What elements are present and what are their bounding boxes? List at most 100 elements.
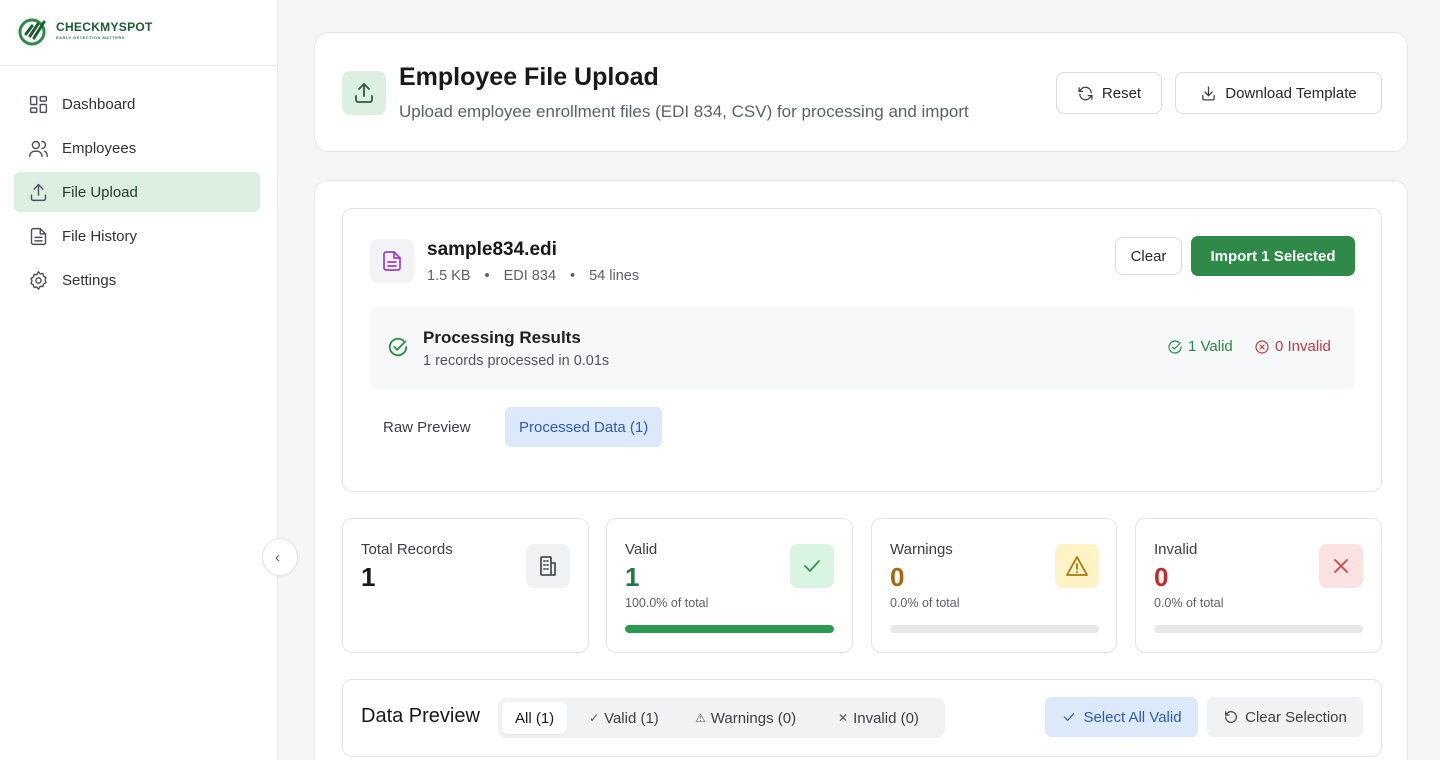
meta-separator: • [484, 268, 490, 284]
stat-label: Invalid [1154, 541, 1198, 558]
brand-name: CHECKMYSPOT [56, 20, 153, 34]
download-icon [1202, 85, 1216, 101]
stat-label: Total Records [361, 541, 453, 558]
sidebar-item-employees[interactable]: Employees [14, 128, 260, 168]
filter-valid[interactable]: ✓ Valid (1) [576, 702, 672, 734]
invalid-count-badge: 0 Invalid [1254, 338, 1331, 355]
results-summary: 1 records processed in 0.01s [423, 353, 610, 369]
stat-invalid: Invalid 0 0.0% of total [1135, 518, 1382, 653]
clear-selection-button[interactable]: Clear Selection [1207, 697, 1363, 737]
file-lines: 54 lines [589, 268, 640, 284]
sidebar-divider [0, 65, 278, 66]
check-circle-icon [388, 337, 408, 357]
document-icon [370, 239, 414, 283]
check-icon [790, 544, 834, 588]
warning-icon: ⚠ [695, 711, 706, 725]
processing-results: Processing Results 1 records processed i… [370, 307, 1355, 389]
results-title: Processing Results [423, 328, 581, 347]
brand-tagline: EARLY DETECTION MATTERS [56, 35, 125, 40]
meta-separator: • [570, 268, 576, 284]
file-icon [27, 225, 49, 247]
close-icon [1319, 544, 1363, 588]
stat-percent: 0.0% of total [890, 596, 960, 610]
sidebar: CHECKMYSPOT EARLY DETECTION MATTERS Dash… [0, 0, 278, 760]
brand-logo[interactable]: CHECKMYSPOT EARLY DETECTION MATTERS [16, 12, 153, 48]
stat-value: 0 [1154, 562, 1169, 592]
select-all-label: Select All Valid [1083, 708, 1182, 726]
upload-icon [27, 181, 49, 203]
file-panel: sample834.edi 1.5 KB • EDI 834 • 54 line… [342, 208, 1382, 492]
stat-progress-bar [1154, 625, 1363, 633]
stat-total-records: Total Records 1 [342, 518, 589, 653]
page-title: Employee File Upload [399, 63, 659, 91]
stat-progress-bar [625, 625, 834, 633]
data-preview-title: Data Preview [361, 705, 480, 727]
sidebar-item-dashboard[interactable]: Dashboard [14, 84, 260, 124]
filter-label: All (1) [515, 709, 555, 727]
clear-selection-label: Clear Selection [1245, 708, 1347, 726]
file-type: EDI 834 [503, 268, 557, 284]
file-name: sample834.edi [427, 239, 557, 260]
data-preview-toolbar: Data Preview All (1) ✓ Valid (1) ⚠ Warni… [342, 679, 1382, 757]
page-subtitle: Upload employee enrollment files (EDI 83… [399, 102, 969, 121]
sidebar-item-file-upload[interactable]: File Upload [14, 172, 260, 212]
sidebar-nav: Dashboard Employees File Upload File His… [14, 84, 260, 304]
filter-label: Valid (1) [604, 709, 659, 727]
stat-value: 1 [361, 562, 376, 592]
stat-progress-bar [890, 625, 1099, 633]
sidebar-item-label: Employees [62, 139, 137, 157]
dashboard-icon [27, 93, 49, 115]
stat-label: Warnings [890, 541, 953, 558]
stat-value: 1 [625, 562, 640, 592]
main-content: sample834.edi 1.5 KB • EDI 834 • 54 line… [314, 180, 1408, 760]
building-icon [526, 544, 570, 588]
import-label: Import 1 Selected [1210, 247, 1336, 265]
check-icon [1064, 713, 1075, 721]
download-template-label: Download Template [1225, 84, 1357, 102]
check-circle-icon [1168, 339, 1182, 354]
filter-label: Warnings (0) [710, 709, 797, 727]
check-icon: ✓ [589, 711, 600, 725]
stat-warnings: Warnings 0 0.0% of total [871, 518, 1117, 653]
filter-tabs: All (1) ✓ Valid (1) ⚠ Warnings (0) ✕ Inv… [498, 698, 945, 738]
tab-processed-data[interactable]: Processed Data (1) [505, 407, 663, 447]
filter-invalid[interactable]: ✕ Invalid (0) [825, 702, 932, 734]
progress-fill [625, 625, 834, 633]
file-size: 1.5 KB [427, 268, 471, 284]
valid-count-label: 1 Valid [1188, 338, 1233, 355]
reset-button[interactable]: Reset [1056, 72, 1162, 114]
stat-label: Valid [625, 541, 658, 558]
stat-percent: 100.0% of total [625, 596, 709, 610]
import-selected-button[interactable]: Import 1 Selected [1191, 236, 1355, 276]
page-header: Employee File Upload Upload employee enr… [314, 32, 1408, 152]
warning-icon [1055, 544, 1099, 588]
sidebar-item-label: Settings [62, 271, 117, 289]
undo-icon [1225, 711, 1238, 723]
sidebar-item-label: Dashboard [62, 95, 136, 113]
select-all-valid-button[interactable]: Select All Valid [1045, 697, 1198, 737]
logo-icon [18, 18, 46, 46]
download-template-button[interactable]: Download Template [1175, 72, 1382, 114]
clear-label: Clear [1130, 247, 1167, 265]
x-circle-icon [1255, 339, 1269, 354]
upload-icon [342, 71, 386, 115]
stat-value: 0 [890, 562, 905, 592]
valid-count-badge: 1 Valid [1167, 338, 1233, 355]
sidebar-item-label: File Upload [62, 183, 138, 201]
chevron-left-icon: ‹ [275, 548, 280, 566]
tab-raw-preview[interactable]: Raw Preview [369, 407, 485, 447]
sidebar-item-file-history[interactable]: File History [14, 216, 260, 256]
gear-icon [27, 269, 49, 291]
filter-warnings[interactable]: ⚠ Warnings (0) [682, 702, 809, 734]
sidebar-item-label: File History [62, 227, 138, 245]
filter-label: Invalid (0) [853, 709, 919, 727]
invalid-count-label: 0 Invalid [1275, 338, 1331, 355]
stat-percent: 0.0% of total [1154, 596, 1224, 610]
sidebar-collapse-button[interactable]: ‹ [262, 538, 298, 576]
close-icon: ✕ [838, 711, 849, 725]
filter-all[interactable]: All (1) [502, 702, 568, 734]
file-meta: 1.5 KB • EDI 834 • 54 lines [427, 268, 639, 284]
sidebar-item-settings[interactable]: Settings [14, 260, 260, 300]
clear-file-button[interactable]: Clear [1115, 237, 1182, 275]
refresh-icon [1078, 86, 1093, 100]
